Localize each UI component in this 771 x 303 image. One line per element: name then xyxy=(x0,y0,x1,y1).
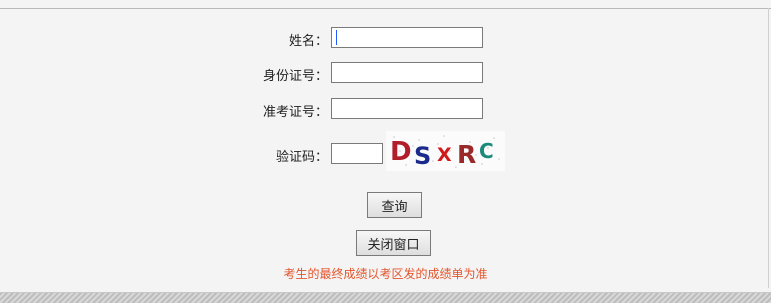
captcha-char: S xyxy=(414,142,432,170)
captcha-char: X xyxy=(437,144,452,166)
query-button[interactable]: 查询 xyxy=(367,192,422,218)
captcha-char: D xyxy=(390,137,412,167)
id-number-input[interactable] xyxy=(331,62,483,83)
top-divider xyxy=(0,8,771,9)
close-window-button[interactable]: 关闭窗口 xyxy=(356,230,431,256)
captcha-char: R xyxy=(457,140,477,169)
captcha-input[interactable] xyxy=(331,143,383,164)
id-number-label: 身份证号： xyxy=(262,69,328,84)
right-divider xyxy=(768,8,769,288)
exam-number-input[interactable] xyxy=(331,98,483,119)
text-caret xyxy=(336,30,337,45)
captcha-label: 验证码： xyxy=(275,150,328,165)
bottom-border xyxy=(0,292,771,303)
captcha-image[interactable]: D S X R C xyxy=(386,131,505,171)
exam-number-label: 准考证号： xyxy=(262,105,328,120)
name-input[interactable] xyxy=(331,27,483,48)
name-label: 姓名： xyxy=(288,34,328,49)
captcha-char: C xyxy=(479,139,494,163)
score-note: 考生的最终成绩以考区发的成绩单为准 xyxy=(283,267,488,281)
